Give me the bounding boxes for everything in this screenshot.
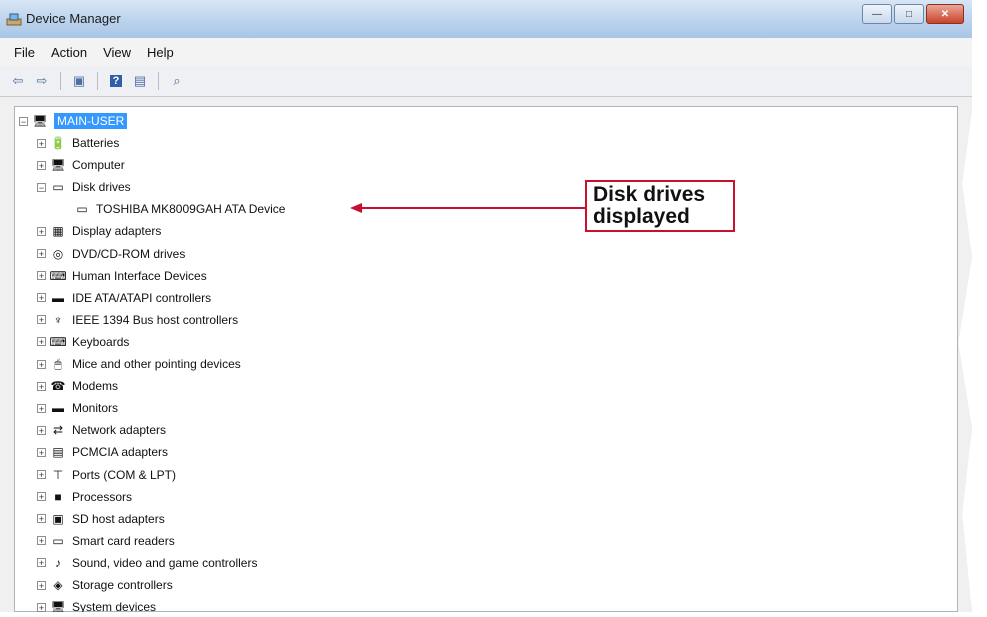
callout-arrow xyxy=(350,203,585,213)
